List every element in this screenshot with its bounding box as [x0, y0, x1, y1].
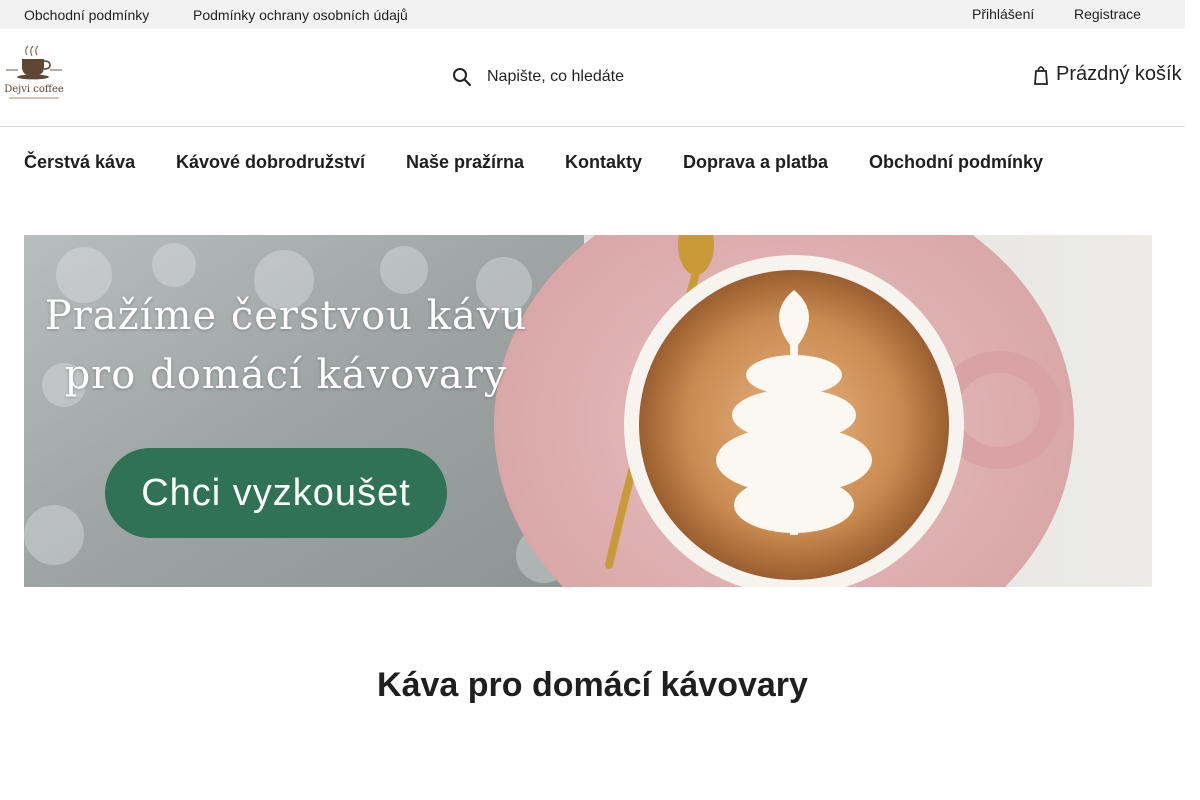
try-it-button[interactable]: Chci vyzkoušet: [105, 448, 447, 538]
register-link[interactable]: Registrace: [1074, 6, 1141, 22]
banner-headline-line2: pro domácí kávovary: [64, 352, 508, 398]
top-bar: Obchodní podmínky Podmínky ochrany osobn…: [0, 0, 1185, 29]
nav-item-coffee-adventure[interactable]: Kávové dobrodružství: [176, 152, 365, 173]
nav-item-fresh-coffee[interactable]: Čerstvá káva: [24, 152, 135, 173]
search-icon[interactable]: [452, 67, 472, 87]
top-link-terms[interactable]: Obchodní podmínky: [24, 7, 149, 23]
main-navigation: Čerstvá káva Kávové dobrodružství Naše p…: [0, 127, 1185, 195]
search-placeholder[interactable]: Napište, co hledáte: [487, 68, 624, 86]
shopping-bag-icon: [1034, 65, 1048, 85]
site-logo[interactable]: Dejvi coffee: [3, 45, 65, 103]
site-header: Dejvi coffee Napište, co hledáte Prázdný…: [0, 29, 1185, 127]
cart-label[interactable]: Prázdný košík: [1056, 63, 1182, 86]
top-link-privacy[interactable]: Podmínky ochrany osobních údajů: [193, 7, 408, 23]
banner-headline-line1: Pražíme čerstvou kávu: [44, 293, 528, 339]
search-box[interactable]: Napište, co hledáte: [452, 64, 624, 90]
nav-item-roastery[interactable]: Naše pražírna: [406, 152, 524, 173]
nav-item-shipping-payment[interactable]: Doprava a platba: [683, 152, 828, 173]
hero-banner[interactable]: Pražíme čerstvou kávu pro domácí kávovar…: [24, 235, 1152, 587]
nav-item-terms[interactable]: Obchodní podmínky: [869, 152, 1043, 173]
coffee-cup-logo-icon: Dejvi coffee: [4, 45, 64, 99]
section-title: Káva pro domácí kávovary: [377, 666, 808, 704]
login-link[interactable]: Přihlášení: [972, 6, 1034, 22]
svg-text:Dejvi coffee: Dejvi coffee: [4, 84, 64, 95]
nav-item-contacts[interactable]: Kontakty: [565, 152, 642, 173]
cart-button[interactable]: Prázdný košík: [1034, 63, 1182, 86]
